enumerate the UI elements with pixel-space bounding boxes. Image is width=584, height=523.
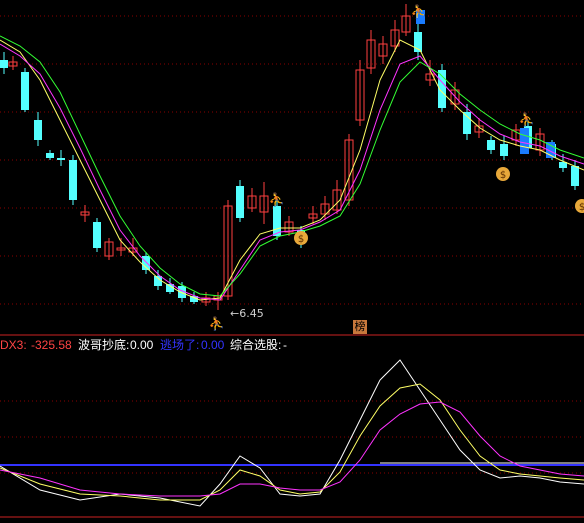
candle-body: [57, 158, 65, 160]
candle-body: [69, 160, 77, 200]
candle-body: [34, 120, 42, 140]
stock-chart[interactable]: ⛹ ⛹ ⛹ ⛹ $ $ $: [0, 0, 584, 523]
money-bag-symbol: $: [500, 170, 506, 181]
dx3-value: -325.58: [31, 338, 72, 352]
candle-body: [273, 206, 281, 236]
candle-body: [463, 112, 471, 134]
indicator-magenta-line: [0, 401, 584, 497]
select-value: -: [283, 338, 287, 352]
indicator-white-line: [0, 359, 584, 507]
dx3-label: DX3:: [0, 338, 27, 352]
candle-body: [0, 60, 8, 68]
select-label: 综合选股:: [230, 338, 282, 352]
candle-body: [46, 153, 54, 158]
person-signal-icon: ⛹: [209, 315, 225, 332]
exit-value: 0.00: [201, 338, 225, 352]
candle-body: [487, 140, 495, 150]
ma-long-line: [0, 35, 584, 297]
bottom-value: 0.00: [130, 338, 154, 352]
bottom-label: 波哥抄底:: [78, 338, 130, 352]
candle-body: [93, 222, 101, 248]
candle-body: [21, 72, 29, 110]
candle-body: [236, 186, 244, 218]
person-signal-icon: ⛹: [519, 111, 535, 128]
low-price-marker: ←6.45: [230, 307, 264, 320]
person-signal-icon: ⛹: [269, 191, 285, 208]
candle-body-highlight: [520, 128, 529, 154]
person-signal-icon: ⛹: [411, 3, 427, 20]
money-bag-symbol: $: [579, 202, 584, 213]
exit-label: 逃场了:: [160, 338, 200, 352]
candle-body: [500, 144, 508, 156]
rank-badge[interactable]: 榜: [353, 320, 367, 334]
candle-body: [571, 166, 579, 186]
money-bag-symbol: $: [298, 234, 304, 245]
ma-short-line: [0, 39, 584, 301]
